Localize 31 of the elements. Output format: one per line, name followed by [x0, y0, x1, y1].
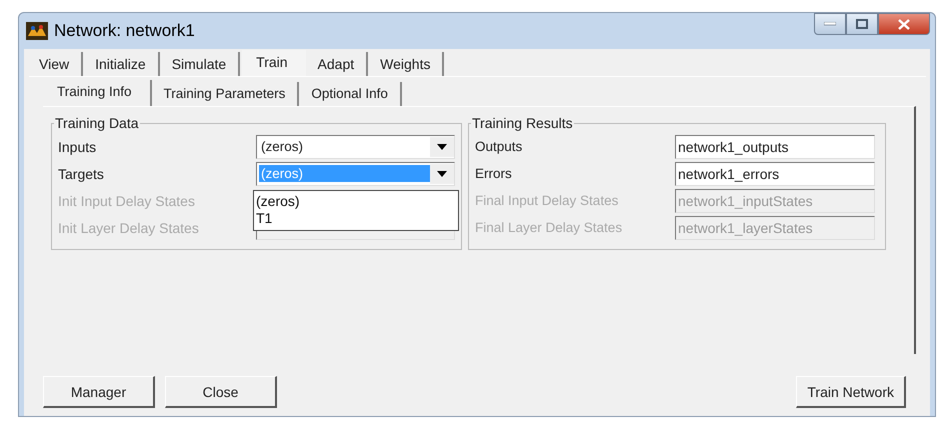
window-title: Network: network1: [54, 21, 195, 41]
dropdown-value: (zeros): [259, 165, 430, 182]
caret-icon: [437, 144, 447, 150]
maximize-icon: [856, 19, 868, 29]
close-button[interactable]: [878, 13, 930, 35]
field-label: Init Input Delay States: [58, 192, 196, 208]
group-title: Training Results: [471, 115, 574, 131]
dropdown-option[interactable]: T1: [256, 210, 456, 226]
field-label: Inputs: [58, 138, 98, 154]
caret-icon: [437, 170, 447, 176]
field-label: Final Layer Delay States: [475, 220, 624, 235]
dropdown-value: (zeros): [260, 138, 304, 155]
field-label: Outputs: [475, 139, 524, 154]
button[interactable]: Manager: [43, 376, 155, 408]
text-field[interactable]: network1_outputs: [675, 134, 875, 158]
field-label: Init Layer Delay States: [58, 220, 200, 236]
field-label: Errors: [475, 166, 513, 181]
minimize-button[interactable]: [814, 13, 846, 35]
tab[interactable]: Train: [242, 50, 306, 76]
button[interactable]: Close: [165, 376, 277, 408]
close-icon: [898, 18, 910, 30]
group-title: Training Data: [54, 115, 140, 131]
minimize-icon: [824, 22, 836, 26]
field-label: Final Input Delay States: [475, 193, 620, 208]
maximize-button[interactable]: [846, 13, 878, 35]
dropdown[interactable]: (zeros): [256, 134, 455, 158]
dropdown-option[interactable]: (zeros): [256, 192, 456, 210]
app-icon: [26, 22, 48, 40]
field-label: Targets: [58, 166, 105, 182]
button[interactable]: Train Network: [796, 376, 906, 408]
text-field[interactable]: network1_errors: [675, 162, 875, 186]
